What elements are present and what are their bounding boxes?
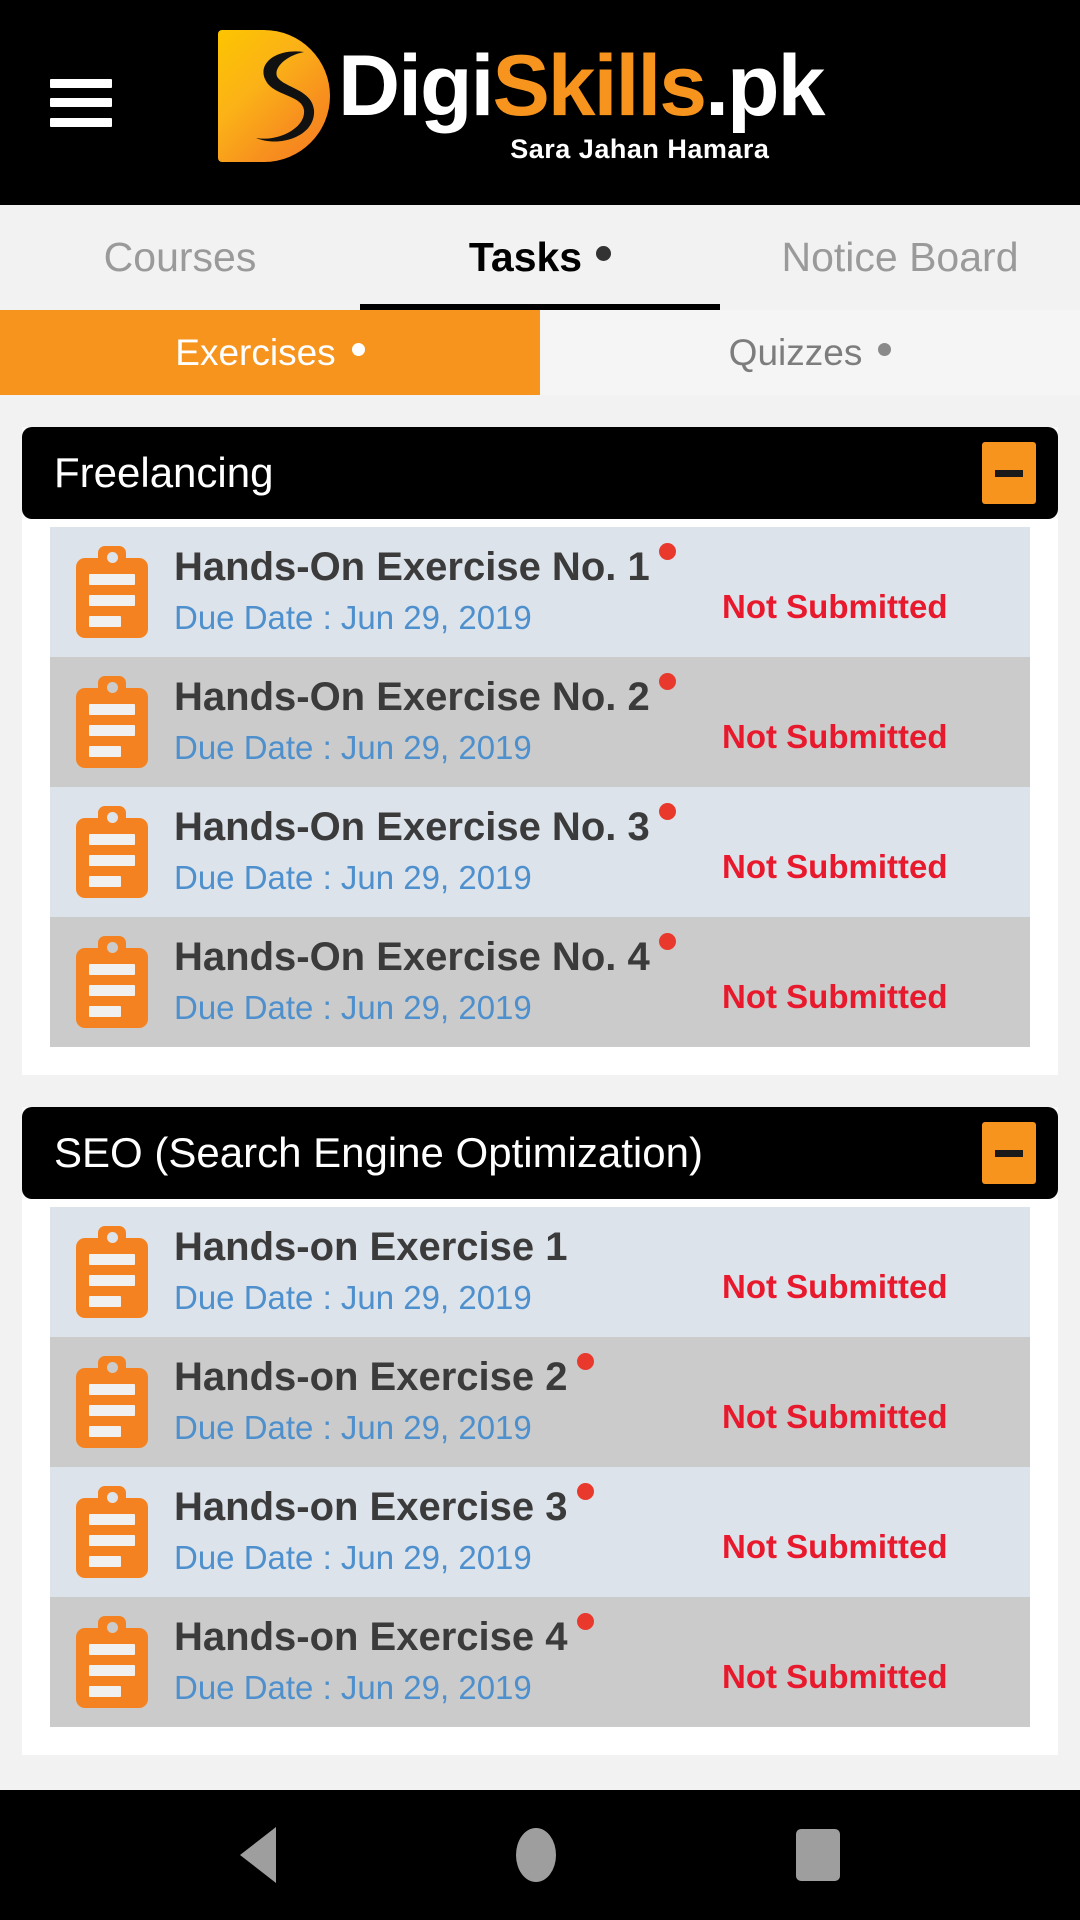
course-section-title: SEO (Search Engine Optimization) xyxy=(54,1129,703,1176)
exercise-title: Hands-On Exercise No. 1 xyxy=(174,545,650,589)
logo-s-swoosh-icon xyxy=(256,51,315,142)
exercise-status-badge: Not Submitted xyxy=(722,588,948,625)
exercise-due-date: Due Date : Jun 29, 2019 xyxy=(174,599,532,636)
course-section-body: Hands-on Exercise 1 Due Date : Jun 29, 2… xyxy=(22,1199,1058,1755)
exercise-title: Hands-On Exercise No. 4 xyxy=(174,935,650,979)
app-screen: DigiSkills.pk Sara Jahan Hamara Courses … xyxy=(0,0,1080,1920)
tab-exercises-label: Exercises xyxy=(175,331,336,373)
tab-tasks[interactable]: Tasks xyxy=(360,205,720,310)
exercise-due-date: Due Date : Jun 29, 2019 xyxy=(174,1669,532,1706)
tab-exercises[interactable]: Exercises xyxy=(0,310,540,395)
android-navigation-bar xyxy=(0,1790,1080,1920)
digiskills-logo-mark xyxy=(218,30,330,162)
home-circle-icon[interactable] xyxy=(516,1828,556,1882)
exercise-new-dot xyxy=(658,933,676,950)
clipboard-icon xyxy=(76,546,148,638)
tab-notice-board[interactable]: Notice Board xyxy=(720,205,1080,310)
exercise-new-dot xyxy=(658,543,676,560)
exercise-new-dot xyxy=(576,1613,594,1630)
exercise-due-date: Due Date : Jun 29, 2019 xyxy=(174,989,532,1026)
course-section-card: Freelancing Hands-On Exercise No. 1 Due … xyxy=(22,427,1058,1075)
exercise-status-badge: Not Submitted xyxy=(722,718,948,755)
tab-quizzes[interactable]: Quizzes xyxy=(540,310,1080,395)
logo-text-skills: Skills xyxy=(492,38,707,134)
recents-square-icon[interactable] xyxy=(796,1829,840,1881)
course-section-title: Freelancing xyxy=(54,449,274,496)
exercise-new-dot xyxy=(658,673,676,690)
exercise-status-badge: Not Submitted xyxy=(722,1658,948,1695)
exercise-row[interactable]: Hands-on Exercise 3 Due Date : Jun 29, 2… xyxy=(50,1467,1030,1597)
logo-tagline: Sara Jahan Hamara xyxy=(510,134,770,164)
clipboard-icon xyxy=(76,1616,148,1708)
exercise-due-date: Due Date : Jun 29, 2019 xyxy=(174,729,532,766)
exercise-title: Hands-on Exercise 2 xyxy=(174,1355,568,1399)
logo-text-digi: Digi xyxy=(338,38,494,134)
course-section-card: SEO (Search Engine Optimization) Hands-o… xyxy=(22,1107,1058,1755)
clipboard-icon xyxy=(76,1356,148,1448)
exercise-status-badge: Not Submitted xyxy=(722,1268,948,1305)
clipboard-icon xyxy=(76,676,148,768)
collapse-minus-icon[interactable] xyxy=(982,1122,1036,1184)
tab-tasks-label: Tasks xyxy=(468,234,583,280)
hamburger-menu-icon[interactable] xyxy=(50,78,112,127)
tab-exercises-notification-dot xyxy=(351,343,365,356)
tab-quizzes-label: Quizzes xyxy=(728,331,863,373)
logo-text-pk: .pk xyxy=(705,38,825,134)
tab-courses-label: Courses xyxy=(103,234,257,280)
tab-quizzes-notification-dot xyxy=(878,343,892,356)
tab-notice-board-label: Notice Board xyxy=(781,234,1019,280)
exercise-title: Hands-On Exercise No. 2 xyxy=(174,675,650,719)
exercise-new-dot xyxy=(576,1483,594,1500)
exercise-row[interactable]: Hands-on Exercise 1 Due Date : Jun 29, 2… xyxy=(50,1207,1030,1337)
course-section-header[interactable]: Freelancing xyxy=(22,427,1058,519)
exercise-due-date: Due Date : Jun 29, 2019 xyxy=(174,859,532,896)
main-tab-bar: Courses Tasks Notice Board xyxy=(0,205,1080,310)
exercise-row[interactable]: Hands-On Exercise No. 3 Due Date : Jun 2… xyxy=(50,787,1030,917)
exercise-title: Hands-on Exercise 1 xyxy=(174,1225,568,1269)
exercise-row[interactable]: Hands-On Exercise No. 1 Due Date : Jun 2… xyxy=(50,527,1030,657)
course-section-body: Hands-On Exercise No. 1 Due Date : Jun 2… xyxy=(22,519,1058,1075)
clipboard-icon xyxy=(76,1226,148,1318)
exercise-new-dot xyxy=(576,1353,594,1370)
exercise-status-badge: Not Submitted xyxy=(722,1528,948,1565)
exercise-status-badge: Not Submitted xyxy=(722,978,948,1015)
exercise-title: Hands-on Exercise 3 xyxy=(174,1485,568,1529)
exercise-new-dot xyxy=(658,803,676,820)
exercise-due-date: Due Date : Jun 29, 2019 xyxy=(174,1539,532,1576)
clipboard-icon xyxy=(76,1486,148,1578)
exercise-due-date: Due Date : Jun 29, 2019 xyxy=(174,1279,532,1316)
exercise-list-scroll[interactable]: Freelancing Hands-On Exercise No. 1 Due … xyxy=(0,395,1080,1790)
collapse-minus-icon[interactable] xyxy=(982,442,1036,504)
tab-courses[interactable]: Courses xyxy=(0,205,360,310)
clipboard-icon xyxy=(76,806,148,898)
exercise-status-badge: Not Submitted xyxy=(722,1398,948,1435)
exercise-row[interactable]: Hands-On Exercise No. 2 Due Date : Jun 2… xyxy=(50,657,1030,787)
digiskills-wordmark: DigiSkills.pk Sara Jahan Hamara xyxy=(338,30,825,164)
course-section-header[interactable]: SEO (Search Engine Optimization) xyxy=(22,1107,1058,1199)
tab-tasks-notification-dot xyxy=(596,246,612,261)
exercise-row[interactable]: Hands-On Exercise No. 4 Due Date : Jun 2… xyxy=(50,917,1030,1047)
exercise-title: Hands-on Exercise 4 xyxy=(174,1615,568,1659)
back-triangle-icon[interactable] xyxy=(240,1827,276,1883)
exercise-status-badge: Not Submitted xyxy=(722,848,948,885)
digiskills-logo: DigiSkills.pk Sara Jahan Hamara xyxy=(218,30,825,170)
sub-tab-bar: Exercises Quizzes xyxy=(0,310,1080,395)
exercise-row[interactable]: Hands-on Exercise 4 Due Date : Jun 29, 2… xyxy=(50,1597,1030,1727)
clipboard-icon xyxy=(76,936,148,1028)
app-header: DigiSkills.pk Sara Jahan Hamara xyxy=(0,0,1080,205)
exercise-row[interactable]: Hands-on Exercise 2 Due Date : Jun 29, 2… xyxy=(50,1337,1030,1467)
exercise-title: Hands-On Exercise No. 3 xyxy=(174,805,650,849)
exercise-due-date: Due Date : Jun 29, 2019 xyxy=(174,1409,532,1446)
